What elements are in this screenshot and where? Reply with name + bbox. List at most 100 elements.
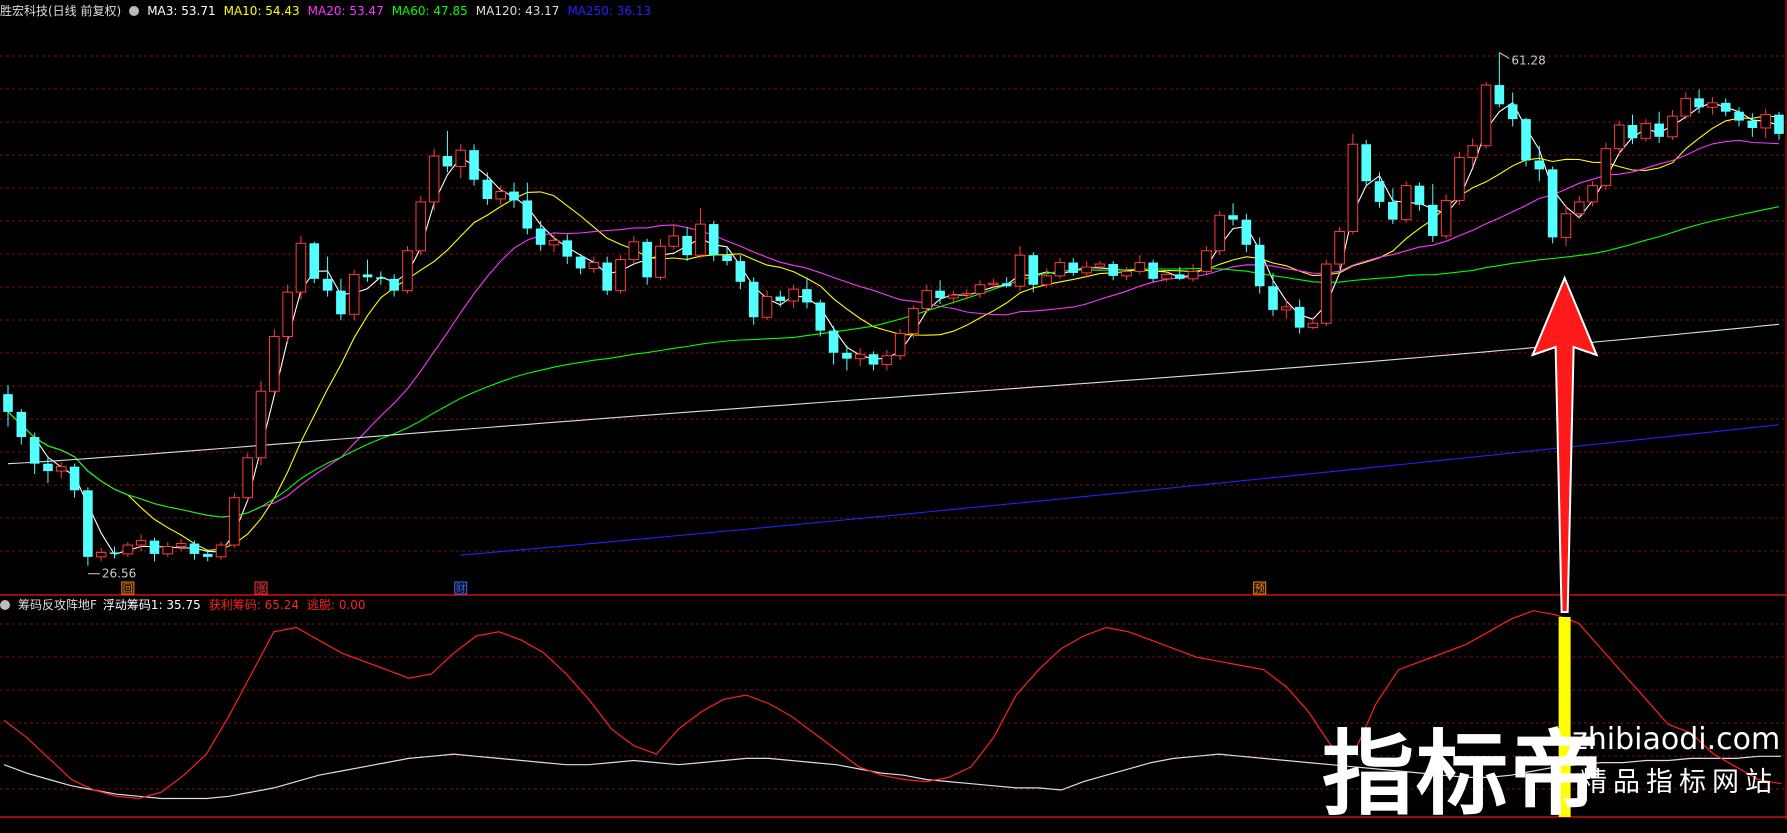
candle-body-up	[122, 544, 134, 555]
candle-body-down	[322, 278, 333, 291]
candle-body-down	[682, 235, 692, 256]
candle-body-up	[1320, 263, 1332, 324]
candle-body-down	[535, 228, 546, 245]
candle-body-up	[695, 223, 706, 256]
candle-body-up	[1281, 306, 1292, 311]
candle-body-down	[1627, 125, 1638, 139]
candle-body-down	[802, 289, 812, 303]
candle-body-down	[509, 191, 519, 201]
candle-body-down	[202, 553, 213, 557]
ma-legend: MA3: 53.71 MA10: 54.43 MA20: 53.47 MA60: 47…	[147, 4, 659, 18]
candle-body-down	[1547, 169, 1558, 238]
candle-body-down	[362, 274, 373, 278]
sub-chart-header: 筹码反攻阵地F 浮动筹码1: 35.75 获利筹码: 65.24 逃脱: 0.00	[0, 595, 382, 615]
candle-body-down	[16, 411, 27, 438]
candle-body-down	[43, 463, 53, 472]
candle-body-down	[1294, 306, 1305, 328]
ma-legend-item-4: MA120: 43.17	[475, 4, 560, 18]
candle-body-down	[1268, 286, 1278, 310]
candle-body-down	[1774, 114, 1784, 134]
candle-body-up	[668, 235, 680, 247]
candle-body-up	[1560, 213, 1572, 238]
candle-body-up	[948, 294, 959, 299]
settings-dot-icon[interactable]	[129, 6, 140, 16]
main-chart-header: 胜宏科技(日线 前复权) MA3: 53.71 MA10: 54.43 MA20: 5…	[0, 1, 667, 21]
candle-body-up	[655, 245, 666, 278]
candle-body-down	[1254, 244, 1265, 287]
candle-body-down	[1694, 98, 1704, 108]
candle-body-down	[708, 224, 719, 256]
candle-body-up	[55, 466, 67, 472]
candle-body-up	[988, 282, 999, 286]
candle-body-down	[1414, 185, 1425, 205]
candle-body-up	[1201, 250, 1212, 272]
candle-body-down	[1068, 262, 1079, 273]
candle-body-up	[162, 546, 174, 555]
candle-body-up	[1121, 270, 1132, 277]
candle-body-down	[469, 150, 479, 180]
candle-body-up	[1161, 273, 1172, 280]
candle-body-down	[1654, 123, 1664, 137]
watermark-subtitle: 精品指标网站	[1580, 767, 1778, 798]
candle-body-down	[1108, 264, 1119, 276]
candle-body-down	[149, 540, 160, 554]
candle-body-up	[1480, 84, 1492, 147]
candle-body-up	[908, 307, 919, 335]
candle-body-up	[1041, 275, 1052, 286]
candle-body-up	[495, 191, 506, 200]
candle-body-up	[761, 296, 773, 318]
high-label: 61.28	[1511, 54, 1545, 68]
candle-body-down	[1174, 274, 1185, 279]
candle-body-up	[1600, 148, 1612, 187]
candle-body-up	[229, 497, 240, 546]
candle-body-down	[1521, 119, 1531, 161]
candle-body-down	[1534, 160, 1545, 170]
candle-body-down	[828, 330, 839, 353]
ma-line-3	[7, 102, 1780, 556]
settings-dot-icon[interactable]	[0, 600, 10, 610]
candle-body-up	[1400, 185, 1412, 221]
stock-title: 胜宏科技(日线 前复权)	[0, 4, 122, 18]
candle-body-down	[309, 243, 320, 279]
candle-body-down	[748, 281, 759, 318]
indicator-legend-item-2: 逃脱: 0.00	[306, 598, 366, 612]
candle-body-up	[1760, 114, 1771, 129]
candle-body-down	[376, 277, 386, 279]
candle-body-up	[415, 201, 427, 252]
candle-body-up	[894, 333, 906, 357]
candle-body-down	[482, 179, 493, 199]
candle-body-up	[628, 241, 640, 261]
candle-body-up	[1587, 185, 1598, 203]
indicator-legend-item-0: 浮动筹码1: 35.75	[102, 598, 201, 612]
candle-body-down	[29, 437, 40, 464]
candle-body-up	[269, 335, 280, 392]
candle-body-up	[1214, 214, 1226, 252]
marker-label-3: 预	[1255, 583, 1265, 595]
candle-body-up	[1054, 262, 1066, 277]
candlestick-chart[interactable]: 61.28 26.56 回 涨 财 预	[0, 0, 1787, 820]
candle-body-down	[442, 156, 453, 167]
candle-body-down	[575, 256, 586, 269]
candle-body-up	[1613, 124, 1625, 150]
candle-body-up	[1347, 143, 1359, 232]
candle-body-down	[602, 262, 613, 291]
candle-body-up	[788, 288, 799, 302]
ma-legend-item-1: MA10: 54.43	[223, 4, 300, 18]
chart-stage: 61.28 26.56 回 涨 财 预	[0, 0, 1787, 820]
candle-body-up	[1187, 270, 1199, 280]
candle-body-down	[868, 354, 879, 365]
candle-body-down	[722, 255, 732, 262]
candle-body-down	[935, 290, 945, 299]
candle-body-up	[295, 242, 307, 293]
candle-body-up	[1573, 201, 1585, 215]
candle-body-down	[3, 394, 13, 412]
candle-body-up	[95, 551, 107, 558]
ma-legend-item-5: MA250: 36.13	[567, 4, 652, 18]
candle-body-up	[348, 273, 360, 315]
candle-body-up	[1081, 266, 1092, 274]
candle-body-down	[1720, 102, 1731, 112]
indicator-legend-item-1: 获利筹码: 65.24	[208, 598, 299, 612]
watermark-logo: 指标帝	[1322, 721, 1605, 828]
marker-label-2: 财	[456, 582, 466, 595]
candle-body-down	[1148, 262, 1158, 279]
